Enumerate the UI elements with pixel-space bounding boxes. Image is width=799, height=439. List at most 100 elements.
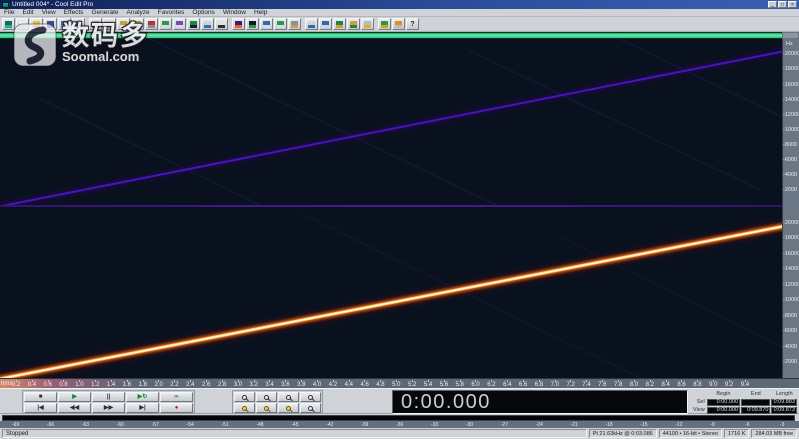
sel-end-field[interactable]	[741, 399, 770, 406]
zoom-out-horizontal-button[interactable]	[256, 392, 277, 402]
zoom-out-horizontal-icon	[264, 395, 269, 400]
spectral-view-icon	[235, 21, 242, 28]
toolbar-group-5: ?	[378, 18, 419, 30]
selview-row-label: View	[692, 407, 706, 413]
frequency-analysis-button[interactable]	[187, 18, 200, 30]
menu-bar: FileEditViewEffectsGenerateAnalyzeFavori…	[0, 9, 799, 17]
convert-sample-type-button[interactable]	[173, 18, 186, 30]
noise-reduction-button[interactable]	[333, 18, 346, 30]
go-to-beginning-button[interactable]: |◀	[24, 403, 57, 413]
save-file-button[interactable]	[44, 18, 57, 30]
favorites-add-button[interactable]	[378, 18, 391, 30]
zoom-in-left-edge-button[interactable]	[234, 403, 255, 413]
menu-item-edit[interactable]: Edit	[18, 9, 37, 17]
record-button[interactable]: ●	[160, 403, 193, 413]
menu-item-window[interactable]: Window	[219, 9, 250, 17]
freq-label-right: -10000	[783, 297, 799, 303]
trim-icon	[162, 21, 169, 28]
menu-item-file[interactable]: File	[0, 9, 18, 17]
scripts-button[interactable]	[392, 18, 405, 30]
equalizer-button[interactable]	[305, 18, 318, 30]
zoom-in-horizontal-button[interactable]	[234, 392, 255, 402]
right-alias-artifact-line	[300, 213, 640, 378]
view-end-field[interactable]: 0:09.870	[741, 407, 770, 414]
spectral-pane-left-channel[interactable]	[0, 39, 782, 205]
undo-button[interactable]	[58, 18, 71, 30]
navigation-bar-end-button[interactable]	[782, 32, 799, 39]
time-display: 0:00.000	[392, 390, 688, 414]
help-button[interactable]: ?	[406, 18, 419, 30]
copy-icon	[106, 21, 113, 28]
close-button[interactable]: ×	[788, 1, 797, 8]
amplitude-statistics-button[interactable]	[201, 18, 214, 30]
new-file-button[interactable]	[16, 18, 29, 30]
freq-label-right: -2000	[783, 359, 797, 365]
menu-item-view[interactable]: View	[38, 9, 60, 17]
transport-row: |◀◀◀▶▶▶|●	[24, 403, 193, 413]
trim-button[interactable]	[159, 18, 172, 30]
edit-view-toggle-button[interactable]	[2, 18, 15, 30]
play-looped-button[interactable]: ▶↻	[126, 392, 159, 402]
freq-label-right: -8000	[783, 313, 797, 319]
menu-item-options[interactable]: Options	[188, 9, 218, 17]
zoom-in-vertical-icon	[286, 406, 291, 411]
fast-forward-button[interactable]: ▶▶	[92, 403, 125, 413]
selview-header-end: End	[741, 391, 770, 398]
cut-button[interactable]	[89, 18, 102, 30]
batch-process-button[interactable]	[361, 18, 374, 30]
cd-player-button[interactable]	[288, 18, 301, 30]
frequency-unit-label: Hz	[786, 41, 793, 47]
zoom-out-vertical-button[interactable]	[300, 403, 321, 413]
play-list-button[interactable]	[274, 18, 287, 30]
go-to-end-button[interactable]: ▶|	[126, 403, 159, 413]
menu-item-effects[interactable]: Effects	[60, 9, 88, 17]
level-meter-scale[interactable]: -69-66-63-60-57-54-51-48-45-42-39-36-33-…	[0, 421, 799, 428]
paste-button[interactable]	[117, 18, 130, 30]
play-to-end-button[interactable]: ∞	[160, 392, 193, 402]
find-beats-button[interactable]	[215, 18, 228, 30]
zoom-to-selection-button[interactable]	[300, 392, 321, 402]
rewind-button[interactable]: ◀◀	[58, 403, 91, 413]
toolbar-group-2	[89, 18, 228, 30]
waveform-view-button[interactable]	[246, 18, 259, 30]
pause-button[interactable]: ||	[92, 392, 125, 402]
play-button[interactable]: ▶	[58, 392, 91, 402]
copy-button[interactable]	[103, 18, 116, 30]
zoom-in-vertical-button[interactable]	[278, 403, 299, 413]
minimize-button[interactable]: _	[768, 1, 777, 8]
stop-button[interactable]: ■	[24, 392, 57, 402]
maximize-button[interactable]: □	[778, 1, 787, 8]
menu-item-favorites[interactable]: Favorites	[154, 9, 189, 17]
delete-selection-button[interactable]	[145, 18, 158, 30]
sel-length-field[interactable]: 0:09.883	[771, 399, 797, 406]
sel-begin-field[interactable]: 0:00.000	[707, 399, 740, 406]
cue-list-button[interactable]	[260, 18, 273, 30]
left-alias-artifact-line	[150, 39, 496, 205]
zoom-full-button[interactable]	[278, 392, 299, 402]
selview-header-length: Length	[772, 391, 798, 398]
timeline-ruler[interactable]: hms0.20.40.60.81.01.21.41.61.82.02.22.42…	[0, 378, 799, 388]
zoom-out-vertical-icon	[308, 406, 313, 411]
menu-item-help[interactable]: Help	[250, 9, 271, 17]
zoom-in-right-edge-button[interactable]	[256, 403, 277, 413]
mix-paste-button[interactable]	[131, 18, 144, 30]
waveform-view-icon	[249, 21, 256, 28]
play-list-icon	[277, 21, 284, 28]
freq-label-left: -16000	[783, 82, 799, 88]
open-file-button[interactable]	[30, 18, 43, 30]
spectral-view-button[interactable]	[232, 18, 245, 30]
zoom-controls	[232, 390, 323, 414]
reverb-button[interactable]	[319, 18, 332, 30]
status-playback-state: Stopped	[2, 429, 587, 438]
horizontal-navigation-bar[interactable]	[0, 32, 782, 39]
frequency-ruler[interactable]: Hz-20000-18000-16000-14000-12000-10000-8…	[782, 39, 799, 378]
freq-label-left: -18000	[783, 66, 799, 72]
view-length-field[interactable]: 0:09.873	[771, 407, 797, 414]
toolbar-group-1	[2, 18, 85, 30]
normalize-button[interactable]	[347, 18, 360, 30]
view-begin-field[interactable]: 0:00.000	[707, 407, 740, 414]
spectral-pane-right-channel[interactable]	[0, 207, 782, 378]
menu-item-analyze[interactable]: Analyze	[123, 9, 154, 17]
menu-item-generate[interactable]: Generate	[87, 9, 122, 17]
redo-button[interactable]	[72, 18, 85, 30]
